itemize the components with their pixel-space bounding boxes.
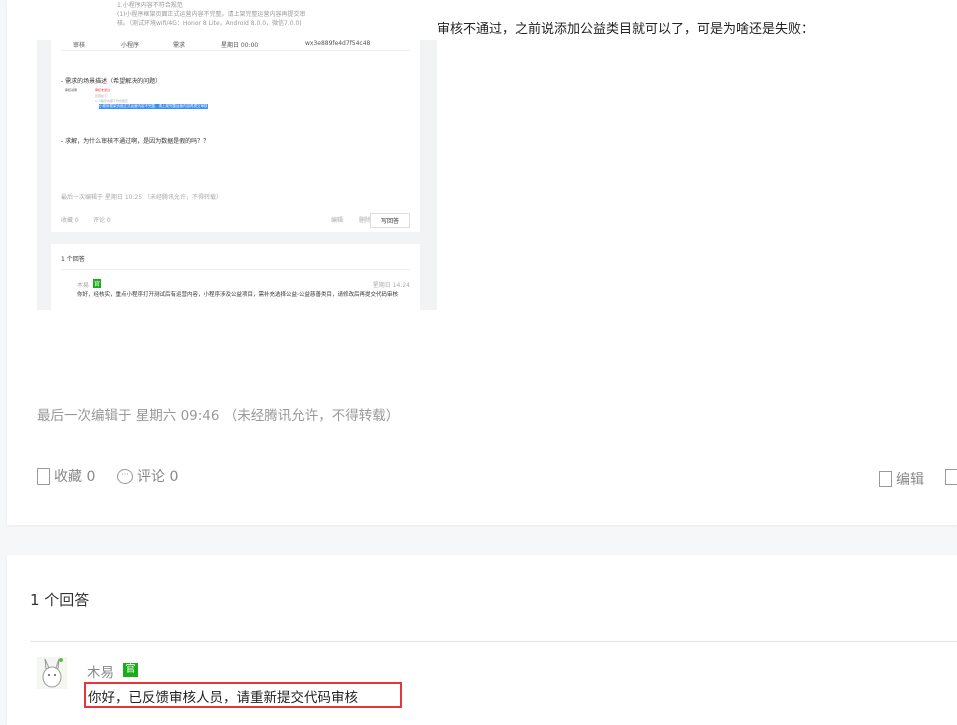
edit-icon: [879, 471, 892, 487]
divider: [61, 269, 410, 270]
text: 最后一次编辑于 星期日 10:25 （未经腾讯允许，不得转载）: [61, 194, 223, 201]
text: 编辑: [331, 217, 344, 224]
delete-button[interactable]: [945, 469, 957, 485]
cell: 小程序: [121, 42, 140, 49]
trash-icon: [945, 469, 957, 485]
edit-label: 编辑: [896, 472, 924, 488]
embedded-screenshot: 1.小程序内容不符合规范 (1)小程序框架页面正式运营内容不完整。请上架完整运营…: [37, 0, 437, 310]
official-badge: 官: [123, 663, 138, 677]
text: 收藏 0: [61, 217, 79, 224]
cell: 审核: [73, 42, 86, 49]
text: - 求解，为什么审核不通过啊，是因为数据是假的吗？？: [61, 138, 210, 145]
divider: [30, 641, 957, 642]
screenshot-top-text: 1.小程序内容不符合规范 (1)小程序框架页面正式运营内容不完整。请上架完整运营…: [37, 0, 437, 40]
favorite-button[interactable]: 收藏 0: [37, 466, 95, 486]
reply-button: 写回答: [369, 213, 410, 228]
text: 审核未通过: [95, 88, 111, 92]
last-edit: 最后一次编辑于 星期六 09:46 （未经腾讯允许，不得转载）: [37, 408, 400, 424]
text: 核。（测试环境wifi/4G：Honor 8 Lite，Android 8.0.…: [117, 20, 302, 27]
divider: [61, 50, 410, 51]
text: 小程序框架页面正式运营内容不完整，请上架完整运营内容再提交审核: [99, 104, 208, 109]
answer-text: 你好，已反馈审核人员，请重新提交代码审核: [84, 682, 402, 708]
text: 原因如下：: [95, 94, 111, 98]
text: 评论 0: [93, 217, 111, 224]
cell: 星期日 00:00: [221, 42, 259, 49]
comment-label: 评论 0: [137, 469, 179, 485]
text: 你好，经核实，重点小程序打开测试后有运营内容，小程序涉及公益项目，需补充选择公益…: [77, 292, 398, 298]
comment-icon: ···: [117, 468, 133, 484]
badge: 官: [93, 279, 102, 288]
answer-author[interactable]: 木易: [87, 661, 114, 681]
text: 1.小程序内容不符合规范: [117, 2, 183, 9]
text: 木易: [77, 282, 90, 289]
cell: 需求: [173, 42, 186, 49]
text: - 需求的场景描述（希望解决的问题）: [61, 78, 162, 85]
text: (1)小程序框架页面正式运营内容不完整。请上架完整运营内容再提交审: [117, 11, 306, 18]
screenshot-answers: 1 个回答 木易 官 星期日 14:24 你好，经核实，重点小程序打开测试后有运…: [51, 244, 420, 310]
text: 审核说明: [65, 88, 78, 92]
cell: wx3e889fe4d7f54c48: [305, 40, 371, 47]
answers-count: 1 个回答: [30, 591, 90, 609]
question-text: 审核不通过，之前说添加公益类目就可以了，可是为啥还是失败：: [437, 22, 815, 37]
text: 星期日 14:24: [372, 282, 410, 289]
screenshot-question: 审核 小程序 需求 星期日 00:00 wx3e889fe4d7f54c48 -…: [51, 40, 420, 232]
text: 1 个回答: [61, 256, 85, 263]
favorite-label: 收藏 0: [54, 469, 96, 485]
text: 1.小程序内容不符合规范: [95, 99, 128, 103]
question-card: 1.小程序内容不符合规范 (1)小程序框架页面正式运营内容不完整。请上架完整运营…: [7, 0, 957, 525]
comment-button[interactable]: ··· 评论 0: [117, 466, 178, 486]
favorite-icon: [37, 467, 50, 485]
edit-button[interactable]: 编辑: [879, 469, 924, 489]
avatar[interactable]: [37, 657, 67, 689]
